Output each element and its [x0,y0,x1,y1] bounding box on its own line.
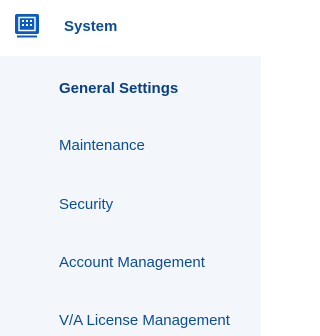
menu-item-va-license-management[interactable]: V/A License Management [59,312,230,330]
system-section-header[interactable]: System [0,0,261,56]
system-submenu: General Settings Maintenance Security Ac… [0,56,261,336]
menu-item-general-settings[interactable]: General Settings [59,80,178,98]
system-section-title: System [64,18,118,35]
system-sidebar: System General Settings Maintenance Secu… [0,0,261,336]
menu-item-account-management[interactable]: Account Management [59,254,205,272]
system-panel-icon [14,13,40,39]
menu-item-security[interactable]: Security [59,196,113,214]
menu-item-maintenance[interactable]: Maintenance [59,137,145,155]
